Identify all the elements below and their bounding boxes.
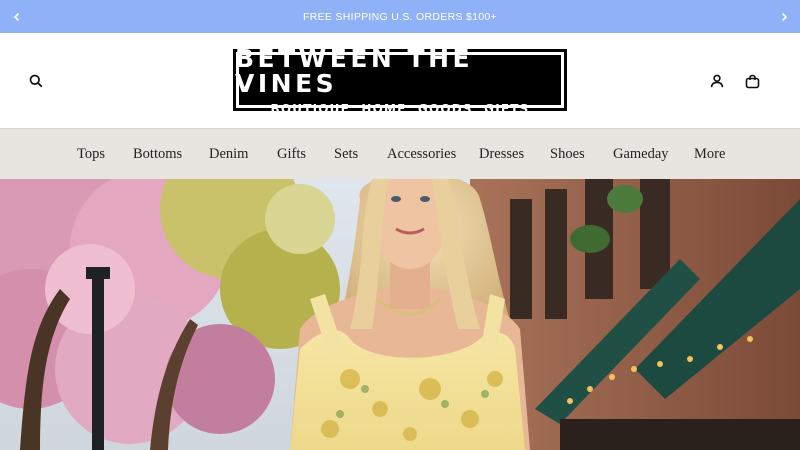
nav-item-shoes[interactable]: Shoes [550,129,585,179]
announcement-bar: FREE SHIPPING U.S. ORDERS $100+ [0,0,800,33]
cart-button[interactable] [740,69,764,93]
account-button[interactable] [705,69,729,93]
nav-item-sets[interactable]: Sets [334,129,358,179]
nav-item-dresses[interactable]: Dresses [479,129,524,179]
chevron-left-icon [13,12,19,21]
hero-image [0,179,800,450]
nav-item-accessories[interactable]: Accessories [387,129,456,179]
search-button[interactable] [24,69,48,93]
nav-item-denim[interactable]: Denim [209,129,248,179]
nav-item-gameday[interactable]: Gameday [613,129,669,179]
chevron-right-icon [781,12,787,21]
main-navigation: Tops Bottoms Denim Gifts Sets Accessorie… [0,128,800,179]
announcement-next-button[interactable] [767,0,800,33]
search-icon [29,74,43,88]
account-icon [710,74,724,88]
announcement-text: FREE SHIPPING U.S. ORDERS $100+ [303,10,497,23]
nav-item-gifts[interactable]: Gifts [277,129,306,179]
announcement-prev-button[interactable] [0,0,33,33]
site-header: BETWEEN THE VINES BOUTIQUE HOME GOODS GI… [0,33,800,128]
site-logo[interactable]: BETWEEN THE VINES BOUTIQUE HOME GOODS GI… [233,46,567,115]
hero-banner[interactable] [0,179,800,450]
nav-item-more[interactable]: More [694,129,725,179]
nav-item-bottoms[interactable]: Bottoms [133,129,182,179]
nav-item-tops[interactable]: Tops [77,129,105,179]
logo-border [238,54,562,106]
cart-icon [745,74,759,88]
